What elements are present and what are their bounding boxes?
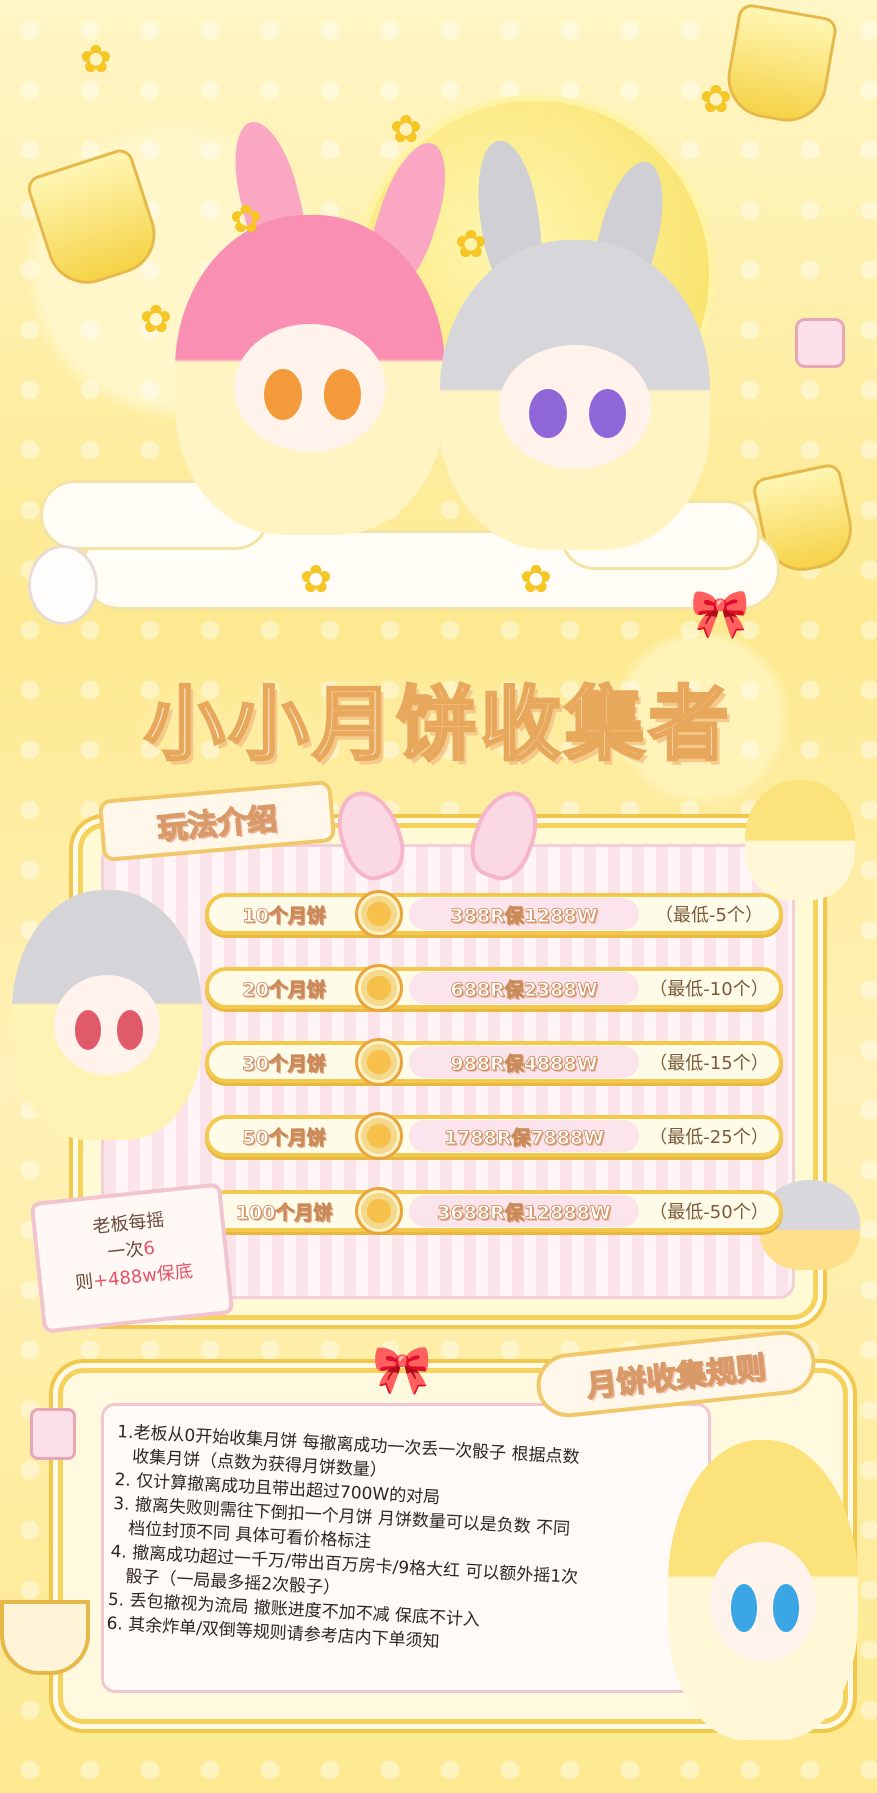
osmanthus-flower-icon [230,200,268,238]
rules-list: 1.老板从0开始收集月饼 每撤离成功一次丢一次骰子 根据点数 收集月饼（点数为获… [106,1420,647,1665]
price-row: 30个月饼 988R保4888W （最低-15个） [205,1038,783,1086]
osmanthus-flower-icon [300,560,338,598]
mooncake-icon [355,1187,403,1235]
row-quantity: 50个月饼 [242,1126,326,1149]
note-line-2-prefix: 一次 [106,1238,145,1264]
row-quantity: 100个月饼 [235,1201,333,1224]
mooncake-icon [355,964,403,1012]
osmanthus-flower-icon [80,40,118,78]
row-quantity: 20个月饼 [242,978,326,1001]
note-line-2-value: 6 [142,1237,156,1260]
row-quantity: 10个月饼 [242,904,326,927]
mooncake-icon [355,890,403,938]
yellow-bunny-wand-character [668,1440,858,1740]
osmanthus-flower-icon [455,225,493,263]
yellow-bunny-peek-character [745,780,855,900]
small-bunny-icon [28,545,98,625]
row-price: 3688R保12888W [409,1195,639,1227]
gray-bunny-side-character [12,890,202,1140]
teacup-icon [0,1600,90,1675]
row-price: 1788R保7888W [409,1120,639,1152]
mooncake-icon [355,1112,403,1160]
osmanthus-flower-icon [390,110,428,148]
bow-icon: 🎀 [372,1342,432,1398]
boss-shake-note: 老板每摇 一次6 则+488w保底 [29,1182,235,1334]
row-minimum: （最低-25个） [649,1127,769,1148]
row-minimum: （最低-15个） [649,1053,769,1074]
row-price: 988R保4888W [409,1046,639,1078]
row-price: 388R保1288W [409,898,639,930]
row-quantity: 30个月饼 [242,1052,326,1075]
price-row: 50个月饼 1788R保7888W （最低-25个） [205,1112,783,1160]
osmanthus-flower-icon [520,560,558,598]
price-row: 20个月饼 688R保2388W （最低-10个） [205,964,783,1012]
lantern-icon [30,1408,76,1460]
row-price: 688R保2388W [409,972,639,1004]
osmanthus-flower-icon [700,80,738,118]
silver-bunny-character [440,240,710,550]
row-minimum: （最低-10个） [649,979,769,1000]
price-row: 100个月饼 3688R保12888W （最低-50个） [205,1187,783,1235]
row-minimum: （最低-5个） [655,905,763,926]
pink-bunny-character [175,215,445,535]
lantern-icon [795,318,845,368]
bow-icon: 🎀 [690,586,750,642]
price-row: 10个月饼 388R保1288W （最低-5个） [205,890,783,938]
row-minimum: （最低-50个） [649,1202,769,1223]
page-title: 小小月饼收集者 [143,677,733,773]
note-line-3-prefix: 则 [74,1271,95,1295]
osmanthus-flower-icon [140,300,178,338]
mooncake-icon [355,1038,403,1086]
